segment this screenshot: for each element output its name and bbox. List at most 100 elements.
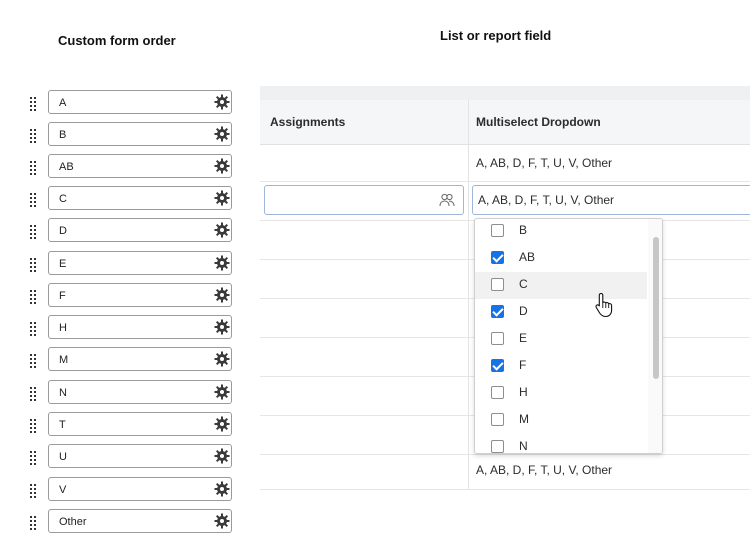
gear-icon[interactable] — [214, 222, 230, 238]
option-input[interactable]: B — [48, 122, 232, 146]
drag-handle-icon[interactable] — [30, 451, 38, 465]
drag-handle-icon[interactable] — [30, 225, 38, 239]
dropdown-option[interactable]: E — [475, 326, 647, 353]
form-option-row: H — [30, 315, 240, 343]
gear-icon[interactable] — [214, 384, 230, 400]
gear-icon[interactable] — [214, 513, 230, 529]
option-label: B — [519, 223, 528, 237]
option-checkbox[interactable] — [491, 413, 504, 426]
gear-icon[interactable] — [214, 255, 230, 271]
option-checkbox[interactable] — [491, 359, 504, 372]
table-row[interactable]: A, AB, D, F, T, U, V, Other — [260, 145, 750, 182]
drag-handle-icon[interactable] — [30, 387, 38, 401]
drag-handle-icon[interactable] — [30, 516, 38, 530]
gear-icon[interactable] — [214, 126, 230, 142]
drag-handle-icon[interactable] — [30, 290, 38, 304]
option-label: D — [519, 304, 528, 318]
gear-icon[interactable] — [214, 287, 230, 303]
dropdown-scrollbar[interactable] — [648, 219, 662, 453]
form-option-row: N — [30, 380, 240, 408]
table-row-editing[interactable]: A, AB, D, F, T, U, V, Other — [260, 182, 750, 221]
option-input[interactable]: Other — [48, 509, 232, 533]
option-checkbox[interactable] — [491, 224, 504, 237]
table-header: Assignments Multiselect Dropdown — [260, 100, 750, 145]
gear-icon[interactable] — [214, 351, 230, 367]
option-checkbox[interactable] — [491, 251, 504, 264]
form-option-row: D — [30, 218, 240, 246]
dropdown-option[interactable]: AB — [475, 245, 647, 272]
dropdown-option[interactable]: C — [475, 272, 647, 299]
section-title-custom-form-order: Custom form order — [58, 33, 176, 48]
option-input[interactable]: U — [48, 444, 232, 468]
gear-icon[interactable] — [214, 481, 230, 497]
dropdown-option[interactable]: H — [475, 380, 647, 407]
assignments-input[interactable] — [264, 185, 464, 215]
option-label: E — [519, 331, 528, 345]
option-checkbox[interactable] — [491, 386, 504, 399]
multiselect-dropdown-input[interactable]: A, AB, D, F, T, U, V, Other — [472, 185, 750, 215]
option-checkbox[interactable] — [491, 278, 504, 291]
form-option-row: E — [30, 251, 240, 279]
option-input[interactable]: V — [48, 477, 232, 501]
option-input[interactable]: M — [48, 347, 232, 371]
form-option-row: V — [30, 477, 240, 505]
drag-handle-icon[interactable] — [30, 322, 38, 336]
form-option-row: B — [30, 122, 240, 150]
form-option-row: U — [30, 444, 240, 472]
option-checkbox[interactable] — [491, 440, 504, 453]
table-toolbar-strip — [260, 86, 750, 100]
drag-handle-icon[interactable] — [30, 419, 38, 433]
multiselect-cell-value: A, AB, D, F, T, U, V, Other — [476, 463, 613, 477]
drag-handle-icon[interactable] — [30, 129, 38, 143]
option-input[interactable]: T — [48, 412, 232, 436]
form-option-row: AB — [30, 154, 240, 182]
drag-handle-icon[interactable] — [30, 193, 38, 207]
drag-handle-icon[interactable] — [30, 258, 38, 272]
gear-icon[interactable] — [214, 190, 230, 206]
form-option-row: C — [30, 186, 240, 214]
table-row[interactable]: A, AB, D, F, T, U, V, Other — [260, 455, 750, 490]
hand-pointer-icon — [595, 292, 613, 318]
option-checkbox[interactable] — [491, 305, 504, 318]
option-label: AB — [519, 250, 536, 264]
option-checkbox[interactable] — [491, 332, 504, 345]
form-option-row: M — [30, 347, 240, 375]
option-input[interactable]: A — [48, 90, 232, 114]
option-label: H — [519, 385, 528, 399]
option-input[interactable]: E — [48, 251, 232, 275]
option-input[interactable]: C — [48, 186, 232, 210]
drag-handle-icon[interactable] — [30, 354, 38, 368]
gear-icon[interactable] — [214, 319, 230, 335]
gear-icon[interactable] — [214, 94, 230, 110]
dropdown-option[interactable]: D — [475, 299, 647, 326]
drag-handle-icon[interactable] — [30, 484, 38, 498]
dropdown-option[interactable]: M — [475, 407, 647, 434]
drag-handle-icon[interactable] — [30, 97, 38, 111]
gear-icon[interactable] — [214, 448, 230, 464]
gear-icon[interactable] — [214, 158, 230, 174]
gear-icon[interactable] — [214, 416, 230, 432]
option-input[interactable]: H — [48, 315, 232, 339]
option-label: N — [519, 439, 528, 453]
multiselect-dropdown-menu: B AB C D E F H M N — [474, 218, 663, 454]
option-input[interactable]: D — [48, 218, 232, 242]
section-title-list-or-report-field: List or report field — [440, 28, 552, 43]
people-icon — [439, 193, 455, 207]
dropdown-option[interactable]: F — [475, 353, 647, 380]
dropdown-option[interactable]: B — [475, 219, 647, 245]
option-input[interactable]: AB — [48, 154, 232, 178]
form-option-row: Other — [30, 509, 240, 537]
option-label: F — [519, 358, 527, 372]
option-input[interactable]: N — [48, 380, 232, 404]
form-option-row: F — [30, 283, 240, 311]
option-label: C — [519, 277, 528, 291]
drag-handle-icon[interactable] — [30, 161, 38, 175]
column-header-multiselect-dropdown[interactable]: Multiselect Dropdown — [476, 100, 601, 144]
option-input[interactable]: F — [48, 283, 232, 307]
column-header-assignments[interactable]: Assignments — [270, 100, 345, 144]
dropdown-option[interactable]: N — [475, 434, 647, 453]
form-option-row: T — [30, 412, 240, 440]
form-option-row: A — [30, 90, 240, 118]
multiselect-cell-value: A, AB, D, F, T, U, V, Other — [476, 156, 613, 170]
scrollbar-thumb[interactable] — [653, 237, 659, 379]
